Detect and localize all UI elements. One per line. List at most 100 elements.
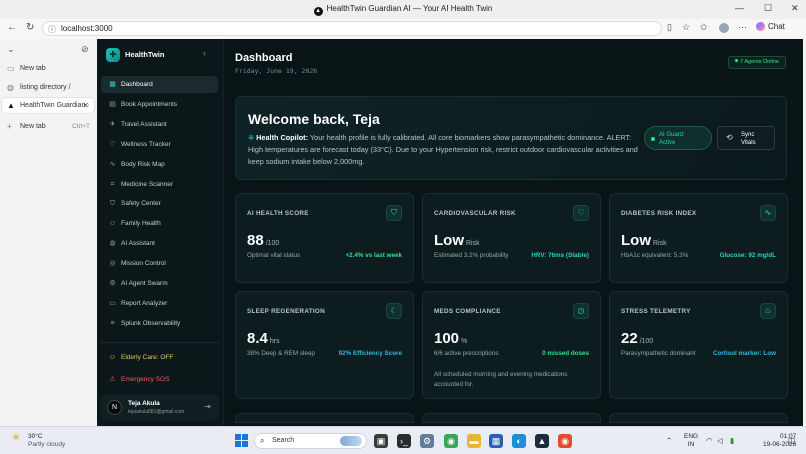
healthtwin-icon: ▲	[7, 101, 15, 110]
sidebar-item-label: Dashboard	[121, 81, 153, 88]
healthtwin-app: ✚ HealthTwin ‹ ▦ Dashboard ▤ Book Appointmen…	[97, 39, 803, 426]
app-sidebar: ✚ HealthTwin ‹ ▦ Dashboard ▤ Book Appointmen…	[97, 39, 224, 426]
card-subtext: Estimated 3.2% probability	[434, 252, 509, 259]
weather-temp: 30°C	[28, 433, 43, 440]
card-metric-tag: HRV: 76ms (Stable)	[531, 252, 589, 259]
brand-name: HealthTwin	[125, 50, 165, 59]
card-metric-tag: 92% Efficiency Score	[338, 350, 402, 357]
card-partial	[609, 413, 788, 423]
close-tab-icon[interactable]: ✕	[82, 98, 89, 113]
sidebar-item-travel-assistant[interactable]: ✈ Travel Assistant	[101, 116, 218, 133]
metric-card-stress-telemetry[interactable]: STRESS TELEMETRY ♨ 22/100 Parasympathetic d…	[609, 291, 788, 399]
card-value-unit: %	[461, 338, 468, 345]
more-menu-icon[interactable]: ⋯	[738, 22, 747, 33]
settings-icon[interactable]: ⚙	[420, 434, 434, 448]
card-subtext: Optimal vital status	[247, 252, 301, 259]
users-icon: ☺	[108, 220, 117, 228]
windows-start-button[interactable]	[235, 434, 248, 447]
metric-card-ai-health-score[interactable]: AI HEALTH SCORE ⛉ 88/100 Optimal vital stat…	[235, 193, 414, 283]
site-info-icon[interactable]: ⓘ	[48, 23, 56, 36]
sidebar-item-family-health[interactable]: ☺ Family Health	[101, 215, 218, 232]
main-content: Dashboard Friday, June 19, 2026 7 Agents…	[224, 39, 803, 426]
task-view-icon[interactable]: ▣	[374, 434, 388, 448]
wifi-icon[interactable]: ◠	[706, 436, 713, 445]
metric-card-cardiovascular-risk[interactable]: CARDIOVASCULAR RISK ♡ Low Risk Estimated 3.2…	[422, 193, 601, 283]
chrome-icon[interactable]: ◉	[444, 434, 458, 448]
welcome-panel: Welcome back, Teja ❈ Health Copilot: You…	[235, 96, 787, 180]
tab-label: New tab	[20, 123, 46, 130]
app-icon[interactable]: ▲	[535, 434, 549, 448]
close-window-button[interactable]: ✕	[791, 3, 799, 14]
sidebar-item-ai-agent-swarm[interactable]: ⚙ AI Agent Swarm	[101, 275, 218, 292]
metric-card-diabetes-risk-index[interactable]: DIABETES RISK INDEX ∿ Low Risk HbA1c equival…	[609, 193, 788, 283]
pulse-icon: ∿	[109, 160, 116, 168]
collapse-tabs-icon[interactable]: ⌄	[7, 44, 15, 55]
tab-listing-directory[interactable]: ◍ listing directory /	[2, 80, 94, 95]
sidebar-item-report-analyzer[interactable]: ▭ Report Analyzer	[101, 295, 218, 312]
copilot-chat-button[interactable]: Chat	[756, 22, 785, 31]
brand: ✚ HealthTwin	[106, 47, 164, 63]
metric-card-sleep-regeneration[interactable]: SLEEP REGENERATION ☾ 8.4 hrs 38% Deep & REM …	[235, 291, 414, 399]
sidebar-item-ai-assistant[interactable]: ◍ AI Assistant	[101, 235, 218, 252]
card-value: Low Risk	[621, 232, 667, 249]
sidebar-divider	[101, 342, 219, 343]
language-indicator[interactable]: ENG IN	[684, 433, 698, 449]
battery-icon[interactable]: ▮	[730, 436, 734, 445]
file-explorer-icon[interactable]: ▬	[467, 434, 481, 448]
user-profile[interactable]: N Teja Akula tejaakula881@gmail.com ⇥	[101, 394, 219, 421]
volume-icon[interactable]: ◁	[717, 436, 723, 445]
page-icon: ▭	[7, 64, 15, 73]
clock-icon: ◷	[573, 303, 589, 319]
logout-icon[interactable]: ⇥	[204, 402, 211, 411]
tray-chevron-icon[interactable]: ⌃	[666, 436, 672, 445]
card-value: 100%	[434, 330, 467, 347]
card-label: CARDIOVASCULAR RISK	[434, 210, 516, 217]
sidebar-item-label: Report Analyzer	[121, 299, 168, 307]
reader-mode-icon[interactable]: ▯	[667, 22, 672, 33]
favorites-icon[interactable]: ✩	[700, 22, 708, 33]
smile-icon: ☺	[108, 354, 117, 361]
sync-vitals-button[interactable]: ⟲ Sync Vitals	[717, 126, 775, 150]
favorite-star-icon[interactable]: ☆	[682, 22, 690, 33]
card-value-unit: hrs	[269, 338, 280, 345]
sidebar-item-safety-center[interactable]: ⛉ Safety Center	[101, 195, 218, 212]
url-text: localhost:3000	[61, 24, 113, 33]
tab-new-tab-1[interactable]: ▭ New tab	[2, 61, 94, 76]
card-value: 8.4 hrs	[247, 330, 280, 347]
url-bar[interactable]: ⓘ localhost:3000	[42, 21, 662, 36]
profile-avatar[interactable]	[719, 23, 729, 33]
ai-guard-status: AI Guard: Active	[644, 126, 712, 150]
taskbar-search[interactable]: ⌕ Search	[254, 433, 367, 449]
sidebar-item-wellness-tracker[interactable]: ♡ Wellness Tracker	[101, 136, 218, 153]
terminal-icon[interactable]: ›_	[397, 434, 411, 448]
card-label: DIABETES RISK INDEX	[621, 210, 697, 217]
minimize-button[interactable]: —	[735, 3, 744, 13]
welcome-title: Welcome back, Teja	[248, 111, 380, 127]
tab-healthtwin[interactable]: ▲ HealthTwin Guardian · ✕	[2, 98, 94, 113]
maximize-button[interactable]: ☐	[764, 3, 772, 14]
back-icon[interactable]: ←	[7, 22, 17, 33]
collapse-sidebar-icon[interactable]: ‹	[203, 48, 206, 58]
weather-widget[interactable]: ☀ 30°C Partly cloudy	[11, 433, 65, 449]
sidebar-item-label: Body Risk Map	[121, 160, 165, 168]
new-tab-button[interactable]: + New tab Ctrl+T	[2, 119, 94, 134]
edge-icon[interactable]: ◐	[512, 434, 526, 448]
card-subtext: HbA1c equivalent: 5.3%	[621, 252, 689, 259]
elderly-care-toggle[interactable]: ☺ Elderly Care: OFF	[101, 349, 218, 366]
store-icon[interactable]: ▦	[489, 434, 503, 448]
sidebar-item-medicine-scanner[interactable]: ⌗ Medicine Scanner	[101, 176, 218, 193]
sidebar-item-book-appointments[interactable]: ▤ Book Appointments	[101, 96, 218, 113]
sidebar-item-dashboard[interactable]: ▦ Dashboard	[101, 76, 218, 93]
pin-icon[interactable]: ⊘	[81, 44, 89, 55]
reload-icon[interactable]: ↻	[26, 22, 34, 33]
sidebar-item-mission-control[interactable]: ◎ Mission Control	[101, 255, 218, 272]
globe-icon: ◍	[7, 83, 14, 92]
sidebar-item-splunk-observability[interactable]: ≡ Splunk Observability	[101, 315, 218, 332]
metric-card-meds-compliance[interactable]: MEDS COMPLIANCE ◷ 100% 6/6 active prescript…	[422, 291, 601, 399]
window-title: ▲ HealthTwin Guardian AI — Your AI Health…	[0, 4, 806, 16]
copilot-icon	[756, 22, 765, 31]
notification-icon[interactable]: ◫	[788, 436, 795, 445]
emergency-sos-button[interactable]: ⚠ Emergency SOS	[101, 371, 218, 388]
chrome-active-icon[interactable]: ◉	[558, 434, 572, 448]
sidebar-item-body-risk-map[interactable]: ∿ Body Risk Map	[101, 156, 218, 173]
